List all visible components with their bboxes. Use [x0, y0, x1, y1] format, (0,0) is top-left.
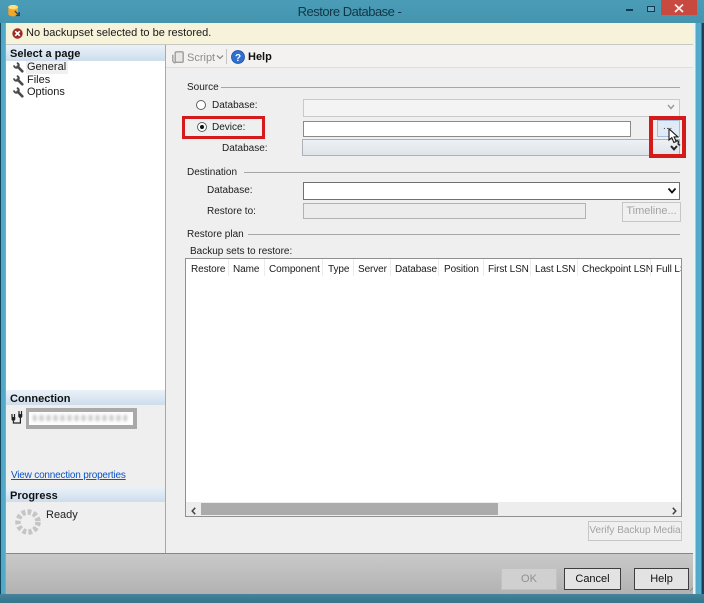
svg-text:?: ? [235, 53, 241, 64]
